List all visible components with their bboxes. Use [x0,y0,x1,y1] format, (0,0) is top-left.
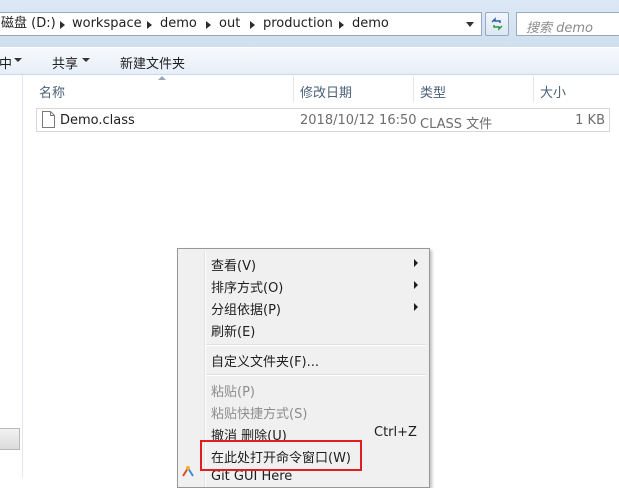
menu-separator [206,344,426,346]
share-menu[interactable]: 共享 [52,53,78,72]
breadcrumb-production[interactable]: production [263,16,333,32]
sort-ascending-icon [158,76,166,80]
file-icon [42,111,55,128]
organize-dropdown-icon[interactable] [14,58,22,62]
column-header-name[interactable]: 名称 [39,82,65,101]
breadcrumb-out[interactable]: out [219,16,240,32]
breadcrumb-drive[interactable]: 磁盘 (D:) [1,16,56,32]
undo-shortcut-label: Ctrl+Z [374,425,417,440]
breadcrumb-separator-icon[interactable] [147,21,152,29]
search-input[interactable]: 搜索 demo [516,12,619,36]
submenu-arrow-icon [414,303,418,311]
address-history-dropdown-button[interactable] [460,13,481,35]
menu-item-customize-folder[interactable]: 自定义文件夹(F)... [211,351,319,370]
menu-item-paste[interactable]: 粘贴(P) [211,381,255,400]
breadcrumb-separator-icon[interactable] [206,21,211,29]
menu-separator [206,374,426,376]
search-placeholder: 搜索 demo [526,21,593,36]
menu-item-git-gui-here[interactable]: Git GUI Here [211,469,292,484]
breadcrumb-separator-icon[interactable] [250,21,255,29]
breadcrumb-demo[interactable]: demo [160,16,197,32]
file-row[interactable]: Demo.class 2018/10/12 16:50 CLASS 文件 1 K… [36,108,610,132]
breadcrumb-separator-icon[interactable] [339,21,344,29]
share-dropdown-icon[interactable] [82,58,90,62]
column-divider[interactable] [533,76,534,102]
breadcrumb-current-demo[interactable]: demo [352,16,389,32]
highlight-annotation-box [200,440,362,471]
menu-item-group-by[interactable]: 分组依据(P) [211,299,281,318]
file-type: CLASS 文件 [420,117,493,132]
menu-item-paste-shortcut[interactable]: 粘贴快捷方式(S) [211,403,307,422]
menu-item-refresh[interactable]: 刷新(E) [211,321,255,340]
address-bar[interactable]: 磁盘 (D:) workspace demo out production de… [0,12,482,36]
column-header-type[interactable]: 类型 [420,82,446,101]
file-size: 1 KB [575,113,605,128]
submenu-arrow-icon [414,259,418,267]
address-bar-strip: 磁盘 (D:) workspace demo out production de… [0,0,619,47]
menu-item-view[interactable]: 查看(V) [211,255,256,274]
git-gui-icon [182,466,194,477]
submenu-arrow-icon [414,281,418,289]
navigation-pane[interactable] [0,75,23,478]
new-folder-button[interactable]: 新建文件夹 [120,53,185,72]
file-date-modified: 2018/10/12 16:50 [300,113,417,128]
navigation-pane-item[interactable] [0,428,20,450]
command-bar: 中 共享 新建文件夹 [0,47,619,75]
breadcrumb-workspace[interactable]: workspace [72,16,142,32]
menu-item-sort-by[interactable]: 排序方式(O) [211,277,283,296]
column-header-date-modified[interactable]: 修改日期 [300,82,352,101]
organize-menu-partial[interactable]: 中 [0,53,12,72]
refresh-icon [491,17,503,31]
file-name[interactable]: Demo.class [60,113,135,128]
refresh-button[interactable] [485,12,509,36]
column-divider[interactable] [293,76,294,102]
column-header-size[interactable]: 大小 [540,82,566,101]
column-divider[interactable] [413,76,414,102]
breadcrumb-separator-icon[interactable] [60,21,65,29]
